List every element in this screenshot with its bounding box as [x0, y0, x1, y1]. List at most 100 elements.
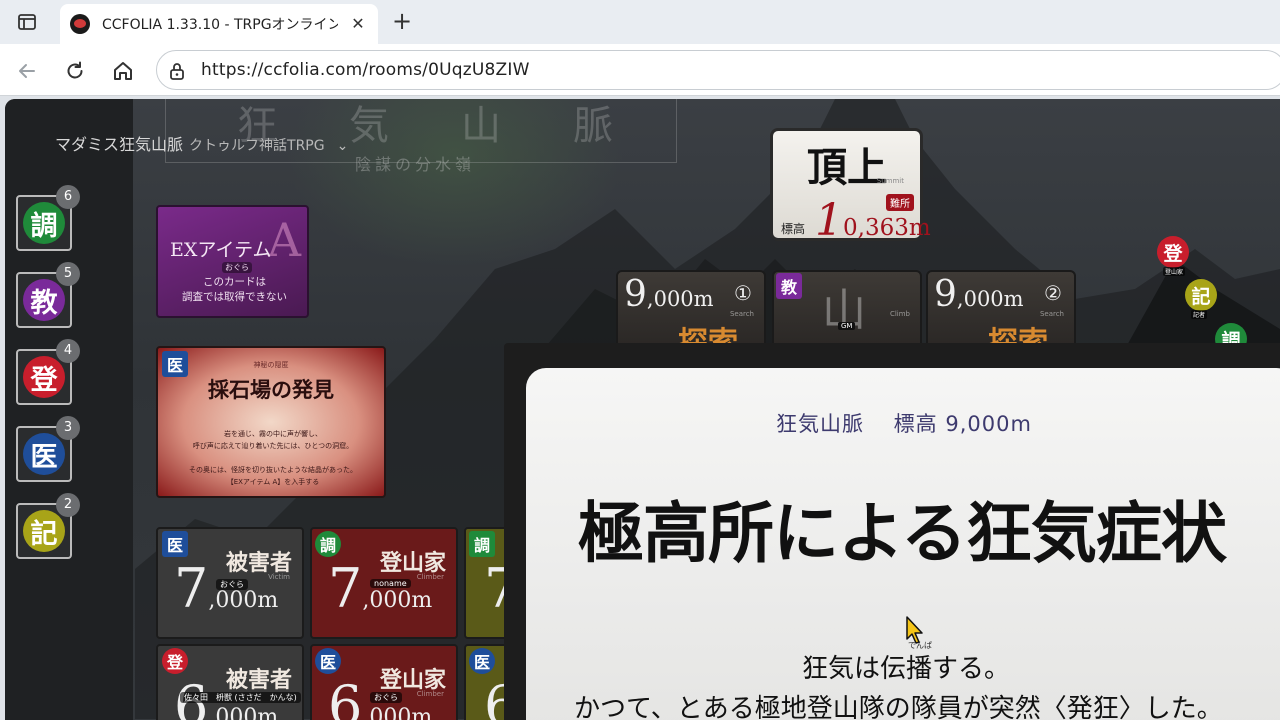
modal-line-1: 狂気は伝播する。 [802, 654, 1011, 684]
skill-label: 教 [30, 287, 58, 319]
map-token-climber[interactable]: 登 [1157, 236, 1189, 268]
modal-line-2: かつて、とある極地登山隊の隊員が突然〈発狂〉した。 [574, 694, 1223, 720]
skill-label: 調 [30, 210, 58, 242]
home-icon [114, 62, 132, 80]
skill-badge-record[interactable]: 記 2 [16, 493, 80, 559]
player-name: おぐら [370, 692, 402, 703]
lock-icon[interactable] [167, 61, 187, 81]
address-bar[interactable]: https://ccfolia.com/rooms/0UqzU8ZIW [156, 50, 1280, 90]
summit-title: 頂上 [807, 144, 887, 191]
modal-heading: 極高所による狂気症状 [578, 494, 1227, 572]
map-token-caption: 登山家 [1163, 267, 1186, 276]
home-button[interactable] [108, 56, 138, 86]
reload-icon [67, 61, 83, 79]
altitude-big: 9 [934, 274, 957, 315]
altitude-big: 7 [174, 557, 209, 620]
character-skill-tag: 登 [162, 648, 188, 674]
room-subtitle: クトゥルフ神話TRPG [189, 138, 325, 154]
back-button[interactable] [12, 56, 42, 86]
peak-altitude: 9,000m [624, 274, 714, 315]
summit-card[interactable]: 頂上 Summit 難所 標高 10,363m [770, 128, 931, 246]
altitude-small: ,000m [208, 705, 279, 720]
clue-skill-tag: 医 [162, 351, 188, 377]
player-name: 佐々田 枡獣 (ささだ かんな) [180, 692, 301, 703]
player-name: おぐら [216, 579, 248, 590]
skill-badge-investigate[interactable]: 調 6 [16, 185, 80, 251]
altitude-big: 7 [328, 557, 363, 620]
altitude-small: ,000m [208, 588, 279, 613]
skill-label: 医 [30, 441, 58, 473]
skill-badge-medicine[interactable]: 医 3 [16, 416, 80, 482]
character-skill-tag: 医 [469, 648, 495, 674]
back-arrow-icon [19, 64, 35, 78]
altitude-small: 0,363m [843, 215, 931, 241]
skill-disc: 教 [23, 279, 65, 321]
map-token-caption: 記者 [1191, 310, 1208, 319]
chevron-down-icon: ⌄ [336, 138, 349, 154]
skill-count: 3 [56, 416, 80, 440]
skill-label: 記 [30, 518, 58, 550]
peak-type-en: Climb [889, 310, 910, 318]
browser-tab-strip: CCFOLIA 1.33.10 - TRPGオンラインセ ✕ + [0, 0, 1280, 44]
url-text[interactable]: https://ccfolia.com/rooms/0UqzU8ZIW [201, 60, 530, 80]
character-skill-tag: 医 [162, 531, 188, 557]
character-skill-tag: 調 [469, 531, 495, 557]
altitude-small: ,000m [362, 588, 433, 613]
gm-label: GM [838, 322, 856, 330]
player-name: noname [370, 579, 411, 588]
ex-item-letter: A [267, 213, 301, 267]
skill-disc: 登 [23, 356, 65, 398]
skill-label: 登 [30, 364, 58, 396]
peak-card-search-1[interactable]: 9,000m ① Search 探索 [616, 270, 766, 350]
new-tab-button[interactable]: + [388, 8, 416, 36]
modal-location: 狂気山脈 標高 9,000m [776, 412, 1032, 436]
skill-count: 5 [56, 262, 80, 286]
skill-count: 4 [56, 339, 80, 363]
skill-disc: 記 [23, 510, 65, 552]
altitude-label: 標高 [781, 222, 806, 236]
mouse-cursor-icon [906, 616, 923, 644]
ex-item-name: EXアイテム [170, 239, 272, 261]
clue-title: 採石場の発見 [208, 377, 334, 402]
madness-card-modal[interactable]: 狂気山脈 標高 9,000m 極高所による狂気症状 でんぱ 狂気は伝播する。 か… [526, 368, 1280, 720]
character-skill-tag: 調 [315, 531, 341, 557]
summit-altitude: 10,363m [815, 195, 931, 246]
skill-count: 2 [56, 493, 80, 517]
room-title-menu[interactable]: マダミス狂気山脈 クトゥルフ神話TRPG ⌄ [55, 131, 348, 155]
skill-disc: 調 [23, 202, 65, 244]
close-tab-icon[interactable]: ✕ [348, 14, 368, 34]
altitude-small: ,000m [362, 705, 433, 720]
peak-card-search-2[interactable]: 9,000m ② Search 探索 [926, 270, 1076, 350]
skill-badge-education[interactable]: 教 5 [16, 262, 80, 328]
skill-badge-climb[interactable]: 登 4 [16, 339, 80, 405]
active-tab[interactable]: CCFOLIA 1.33.10 - TRPGオンラインセ ✕ [60, 4, 378, 44]
map-token-reporter[interactable]: 記 [1185, 279, 1217, 311]
ccfolia-favicon-icon [70, 14, 90, 34]
character-altitude: 7,000m [328, 557, 432, 620]
skill-disc: 医 [23, 433, 65, 475]
character-skill-tag: 医 [315, 648, 341, 674]
altitude-big: 6 [328, 674, 363, 720]
room-title: マダミス狂気山脈 [55, 135, 184, 154]
peak-number: ① [734, 281, 752, 305]
reload-button[interactable] [60, 56, 90, 86]
clue-body: 岩を通じ、霧の中に声が響し、 呼び声に応えて辿り着いた先には、ひとつの洞窟。 そ… [189, 430, 357, 486]
tab-overview-button[interactable] [10, 8, 44, 36]
ex-item-description: このカードは 調査では取得できない [182, 276, 287, 303]
address-toolbar: https://ccfolia.com/rooms/0UqzU8ZIW [0, 44, 1280, 96]
altitude-small: ,000m [956, 287, 1024, 311]
peak-number: ② [1044, 281, 1062, 305]
skill-count: 6 [56, 185, 80, 209]
tab-title: CCFOLIA 1.33.10 - TRPGオンラインセ [102, 17, 338, 33]
window-icon [18, 14, 36, 30]
clue-card-quarry[interactable]: 神秘の隠匿 採石場の発見 岩を通じ、霧の中に声が響し、 呼び声に応えて辿り着いた… [156, 346, 386, 498]
ccfolia-room-page: 狂気山脈 陰謀の分水嶺 マダミス狂気山脈 クトゥルフ神話TRPG ⌄ 調 6 教 5… [5, 99, 1280, 720]
altitude-big: 9 [624, 274, 647, 315]
background-subtitle: 陰謀の分水嶺 [355, 155, 476, 174]
peak-type-en: Search [729, 310, 754, 318]
ex-item-card[interactable]: A EXアイテム おぐら このカードは 調査では取得できない [156, 205, 309, 318]
summit-title-en: Summit [876, 177, 904, 185]
altitude-small: ,000m [646, 287, 714, 311]
ex-item-player: おぐら [222, 262, 252, 273]
altitude-big: 1 [815, 195, 843, 246]
